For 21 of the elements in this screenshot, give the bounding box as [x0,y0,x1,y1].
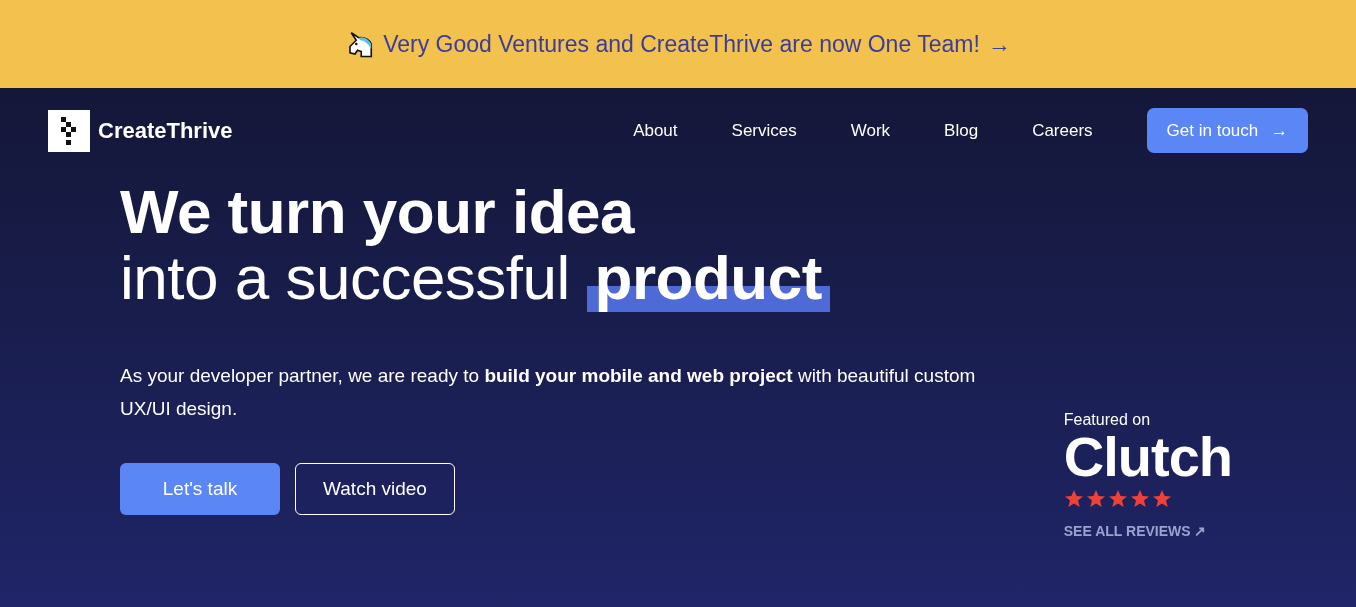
nav-link[interactable]: Careers [1032,120,1093,141]
announcement-banner[interactable]: Very Good Ventures and CreateThrive are now One Team! → [0,0,1356,88]
star-icon [1151,489,1172,509]
star-icon [1085,489,1106,509]
logo-icon[interactable] [48,109,90,152]
see-all-reviews-link[interactable]: SEE ALL REVIEWS ↗ [1063,523,1207,539]
arrow-text: → [987,30,1011,58]
star-icon [1107,489,1128,509]
featured-caption: Featured on [1063,411,1151,429]
nav-link[interactable]: Services [731,120,797,141]
clutch-logo-text: Clutch [1063,429,1232,485]
nav-link[interactable]: Blog [944,120,979,141]
banner-text: Very Good Ventures and CreateThrive are now One Team! [383,30,980,58]
logo-text[interactable]: CreateThrive [98,117,233,144]
nav-link[interactable]: About [633,120,678,141]
description-text: As your developer partner, we are ready to build your mobile and web project with beautiful custom UX/UI design. [120,364,977,421]
star-icon [1129,489,1150,509]
star-icon [1063,489,1084,509]
watch-video-button[interactable]: Watch video [295,463,455,515]
nav-link[interactable]: Work [850,120,891,141]
headline-text: We turn your idea [120,177,634,246]
